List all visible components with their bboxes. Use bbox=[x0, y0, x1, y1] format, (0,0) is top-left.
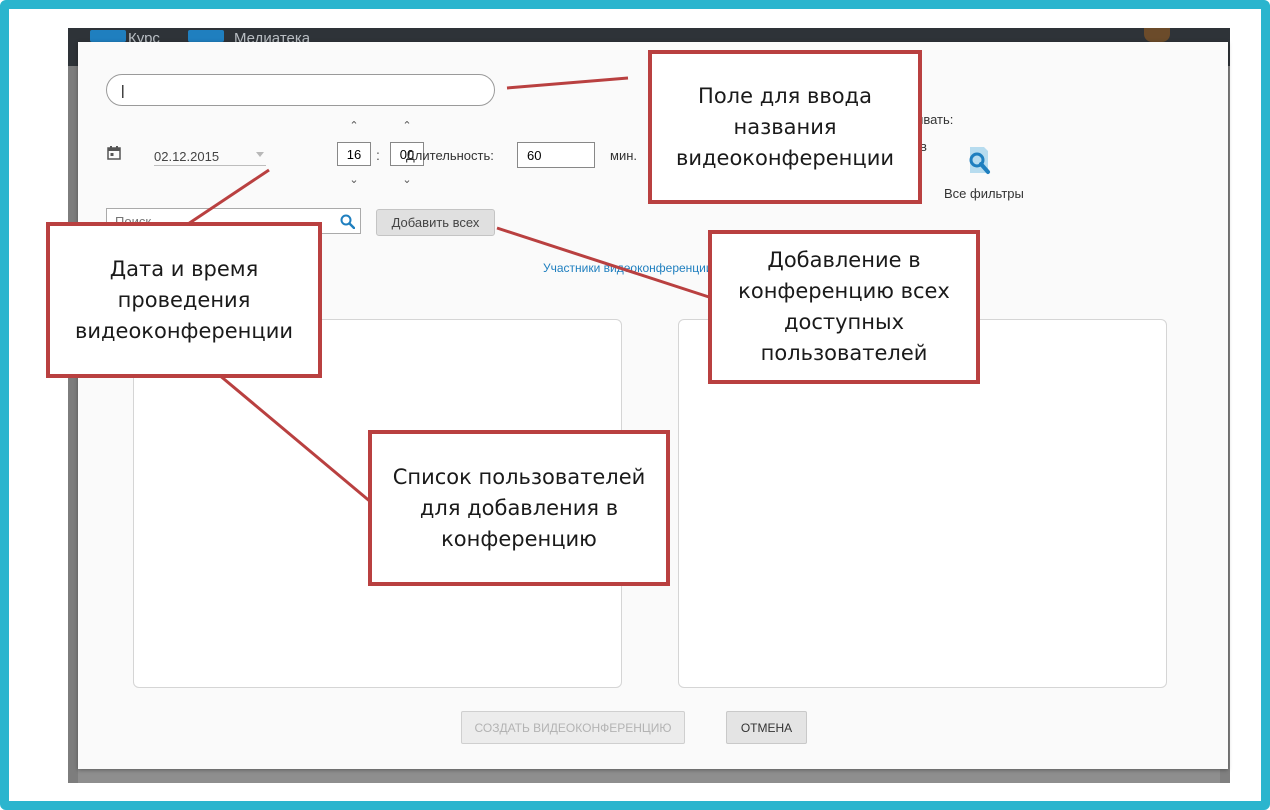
callout-datetime: Дата и время проведения видеоконференции bbox=[46, 222, 322, 378]
all-filters-label[interactable]: Все фильтры bbox=[944, 186, 1024, 201]
callout-title-field: Поле для ввода названия видеоконференции bbox=[648, 50, 922, 204]
duration-unit: мин. bbox=[610, 148, 637, 163]
duration-input[interactable] bbox=[517, 142, 595, 168]
search-icon[interactable] bbox=[340, 214, 355, 229]
duration-label: Длительность: bbox=[406, 148, 494, 163]
media-tab-icon bbox=[188, 30, 224, 42]
hours-input[interactable] bbox=[337, 142, 371, 166]
callout-add-all: Добавление в конференцию всех доступных … bbox=[708, 230, 980, 384]
date-picker[interactable]: 02.12.2015 bbox=[154, 146, 266, 166]
minutes-down-arrow-icon[interactable]: ⌄ bbox=[390, 174, 424, 186]
filter-search-icon[interactable] bbox=[966, 145, 992, 175]
calendar-icon[interactable] bbox=[107, 146, 121, 160]
background-left-edge bbox=[68, 66, 78, 783]
minutes-up-arrow-icon[interactable]: ⌃ bbox=[390, 120, 424, 132]
avatar bbox=[1144, 28, 1170, 42]
hours-up-arrow-icon[interactable]: ⌃ bbox=[337, 120, 371, 132]
course-tab-icon bbox=[90, 30, 126, 42]
datetime-row: 02.12.2015 ⌃ ⌄ : ⌃ ⌄ Длительность: мин. bbox=[106, 120, 706, 190]
hours-stepper: ⌃ ⌄ bbox=[337, 120, 371, 190]
add-all-button[interactable]: Добавить всех bbox=[376, 209, 495, 236]
hours-down-arrow-icon[interactable]: ⌄ bbox=[337, 174, 371, 186]
date-value: 02.12.2015 bbox=[154, 149, 220, 164]
create-conference-button[interactable]: СОЗДАТЬ ВИДЕОКОНФЕРЕНЦИЮ bbox=[461, 711, 685, 744]
callout-user-list: Список пользователей для добавления в ко… bbox=[368, 430, 670, 586]
date-dropdown-caret-icon bbox=[256, 152, 264, 157]
cancel-button[interactable]: ОТМЕНА bbox=[726, 711, 807, 744]
participants-label: Участники видеоконференции bbox=[543, 261, 713, 275]
time-separator: : bbox=[376, 147, 380, 163]
conference-title-input[interactable] bbox=[106, 74, 495, 106]
